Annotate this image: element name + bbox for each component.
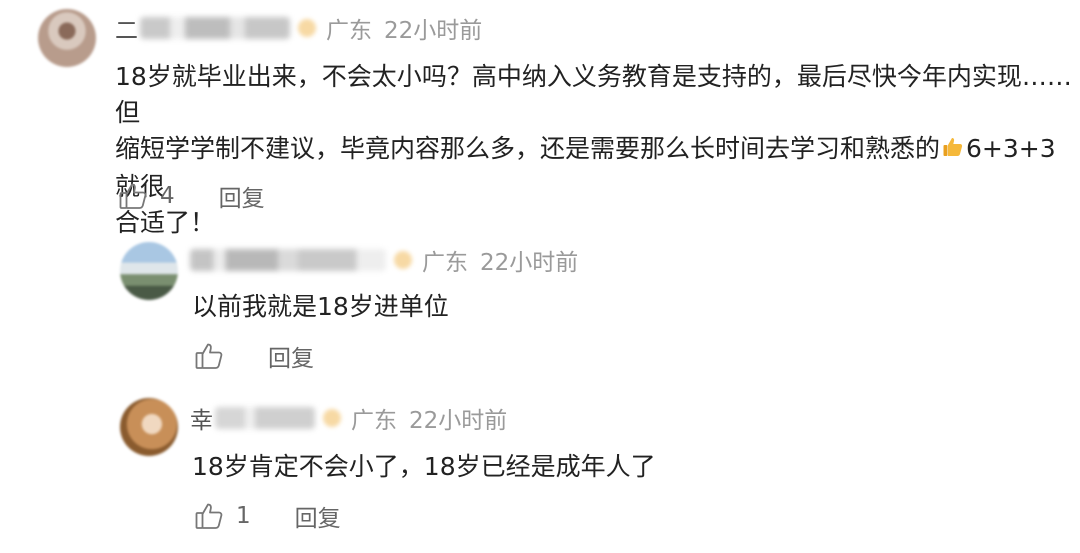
like-icon (195, 503, 223, 529)
timestamp: 22小时前 (384, 18, 483, 44)
comment-actions: 回复 (194, 339, 314, 373)
comment-text-segment: 缩短学学制不建议，毕竟内容那么多，还是需要那么长时间去学习和熟悉的 (115, 134, 941, 163)
username-blurred[interactable] (215, 407, 315, 429)
username-prefix[interactable]: 幸 (190, 401, 213, 435)
reply-button[interactable]: 回复 (295, 499, 341, 533)
user-badge-icon (323, 409, 341, 427)
timestamp: 22小时前 (409, 408, 508, 434)
comment-actions: 4 回复 (118, 179, 265, 213)
comment-meta: 广东 22小时前 (190, 243, 578, 277)
comment-meta: 幸 广东 22小时前 (190, 401, 507, 435)
like-icon (119, 183, 147, 209)
timestamp: 22小时前 (480, 250, 579, 276)
like-button[interactable]: 4 (118, 181, 175, 211)
comment-text: 18岁就毕业出来，不会太小吗？高中纳入义务教育是支持的，最后尽快今年内实现……但… (115, 59, 1080, 241)
reply-button[interactable]: 回复 (219, 179, 265, 213)
comment-item: 二 广东 22小时前 18岁就毕业出来，不会太小吗？高中纳入义务教育是支持的，最… (0, 0, 1080, 237)
comment-actions: 1 回复 (194, 499, 341, 533)
reply-text: 以前我就是18岁进单位 (192, 292, 449, 321)
location-label: 广东 (326, 18, 372, 44)
avatar[interactable] (120, 242, 178, 300)
username-prefix[interactable]: 二 (115, 11, 138, 45)
like-button[interactable] (194, 341, 224, 371)
reply-item: 幸 广东 22小时前 18岁肯定不会小了，18岁已经是成年人了 1 回复 (0, 386, 1080, 553)
like-icon (195, 343, 223, 369)
username-blurred[interactable] (190, 249, 386, 271)
location-label: 广东 (422, 250, 468, 276)
user-badge-icon (298, 19, 316, 37)
like-count: 4 (160, 183, 175, 209)
location-label: 广东 (351, 408, 397, 434)
comment-meta: 二 广东 22小时前 (115, 11, 482, 45)
user-badge-icon (394, 251, 412, 269)
comment-text-line: 18岁就毕业出来，不会太小吗？高中纳入义务教育是支持的，最后尽快今年内实现……但 (115, 62, 1072, 127)
like-button[interactable]: 1 (194, 501, 251, 531)
reply-text: 18岁肯定不会小了，18岁已经是成年人了 (192, 452, 656, 481)
reply-item: 广东 22小时前 以前我就是18岁进单位 回复 (0, 226, 1080, 386)
like-count: 1 (236, 503, 251, 529)
avatar[interactable] (120, 398, 178, 456)
avatar[interactable] (38, 9, 96, 67)
username-blurred[interactable] (140, 17, 290, 39)
reply-button[interactable]: 回复 (268, 339, 314, 373)
thumbs-up-icon (941, 133, 965, 169)
